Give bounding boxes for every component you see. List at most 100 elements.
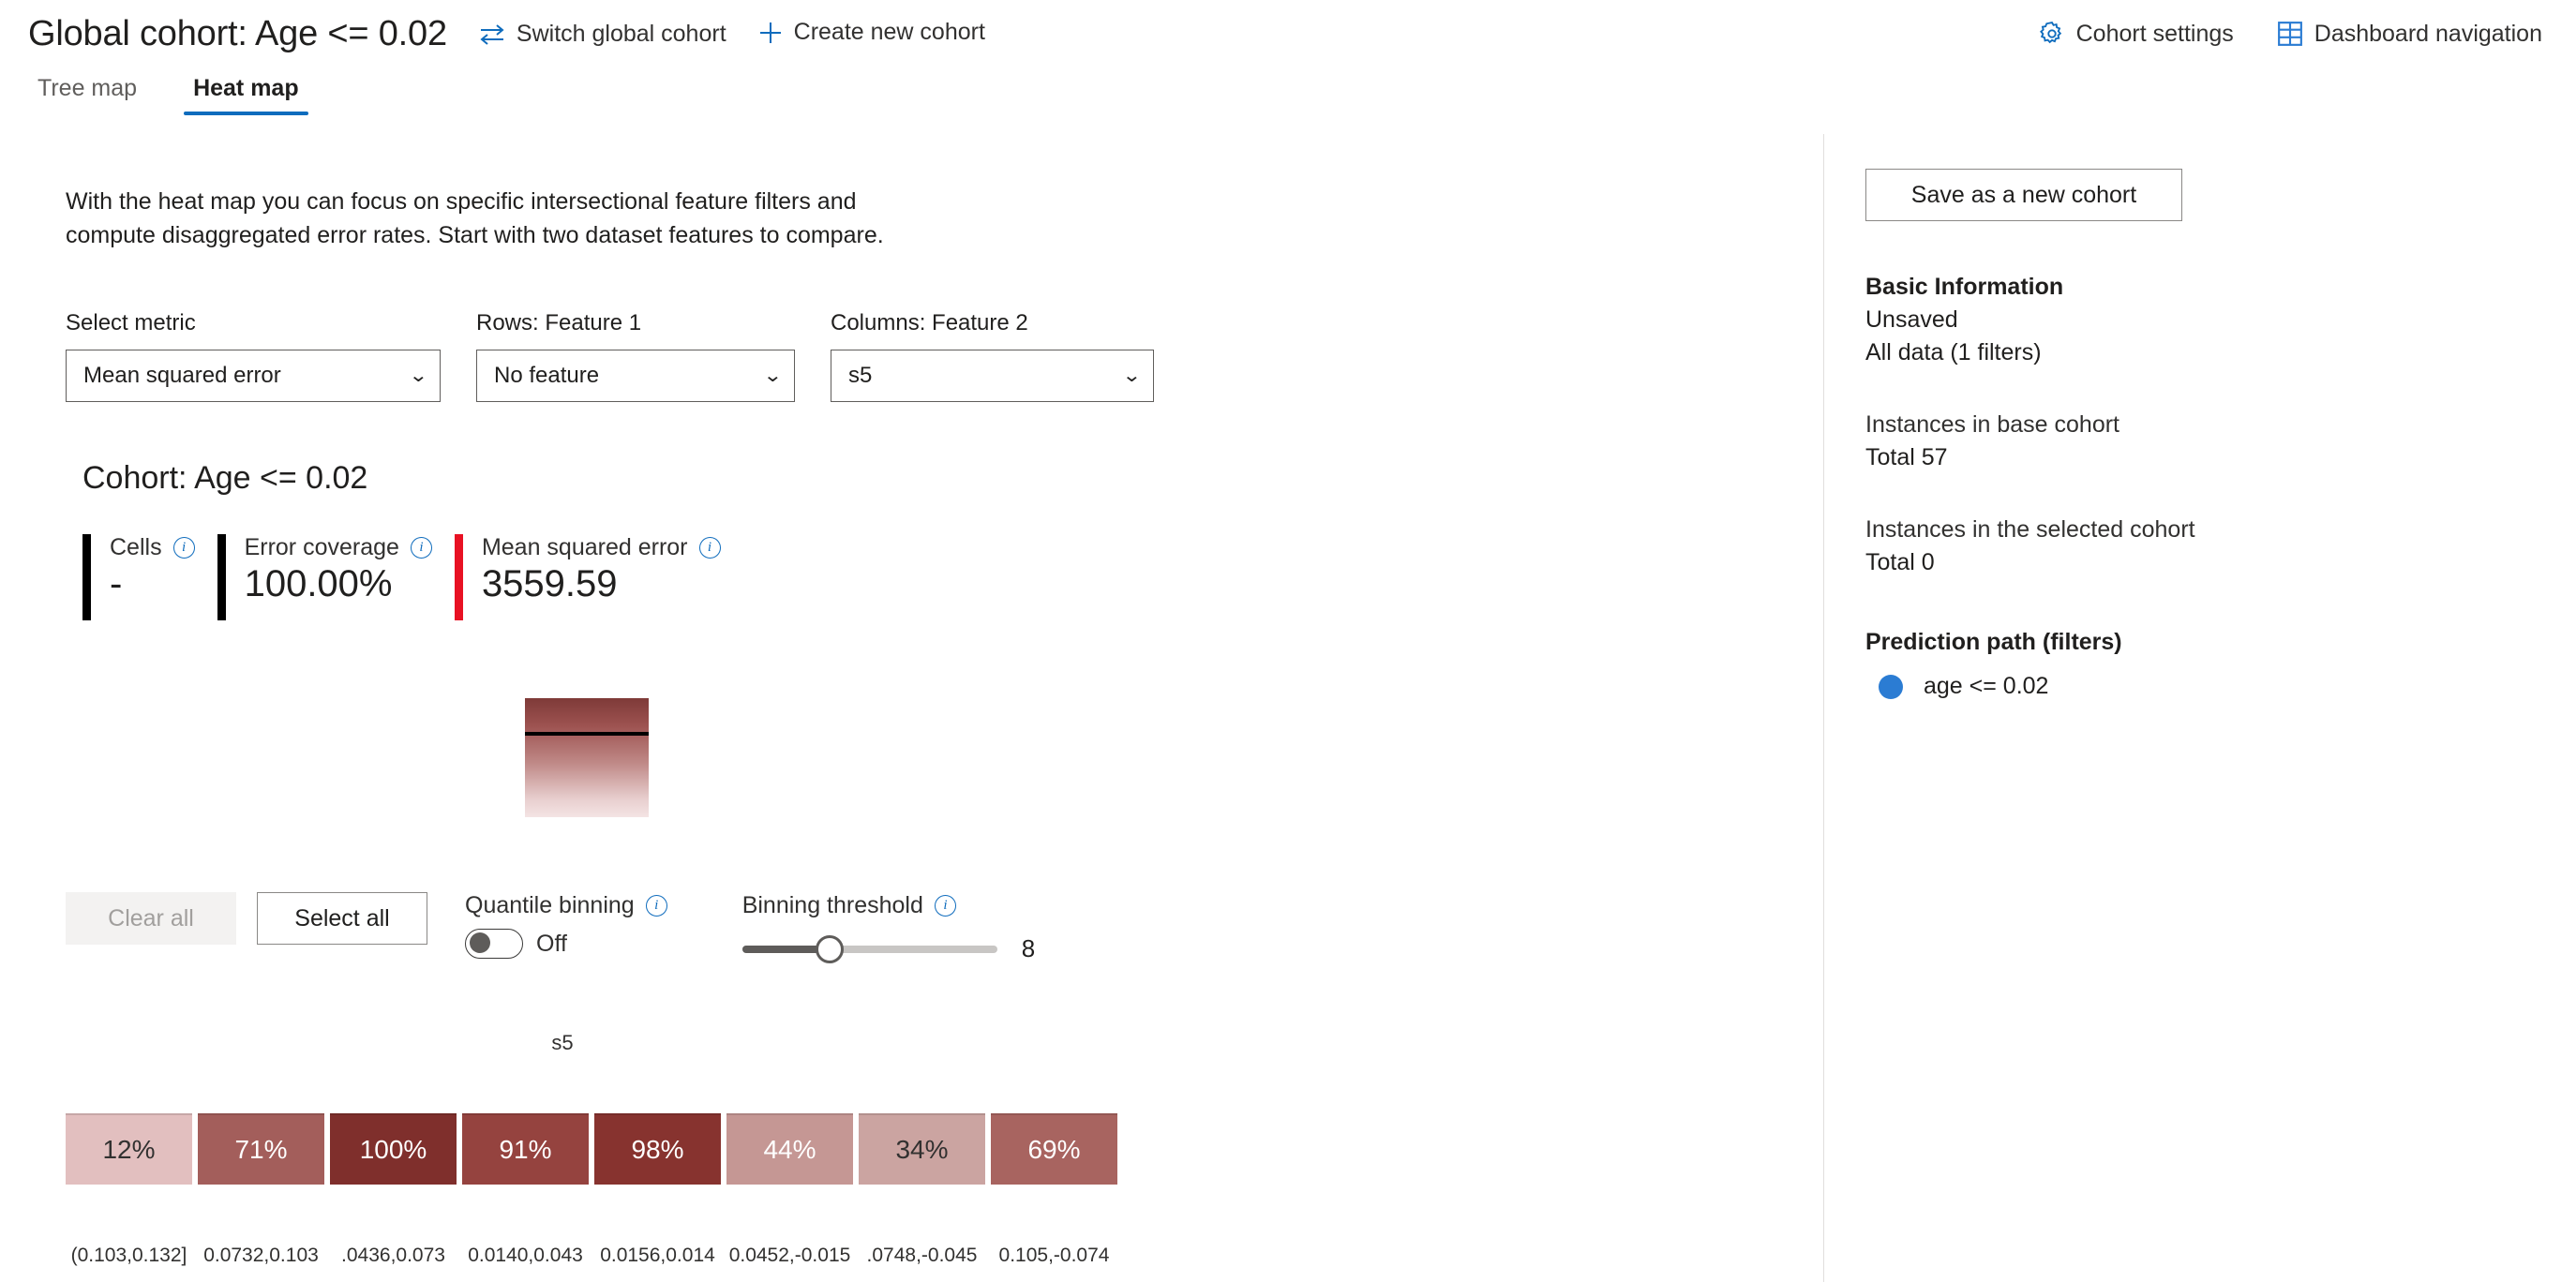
columns-feature-label: Columns: Feature 2 [831, 310, 1028, 335]
selected-cohort-total: Total 0 [1865, 549, 1935, 575]
binning-threshold-slider[interactable] [741, 934, 997, 963]
columns-feature-value: s5 [848, 363, 873, 388]
table-grid-icon [2277, 21, 2303, 47]
stat-error-coverage-head: Error coverage i [245, 534, 432, 561]
stat-cells-head: Cells i [110, 534, 195, 561]
rows-feature-dropdown[interactable]: No feature ⌄ [476, 350, 795, 402]
cohort-stats: Cells i - Error coverage i 100.00% Mean … [82, 534, 1823, 620]
stat-mean-squared-error-head: Mean squared error i [482, 534, 721, 561]
columns-feature-dropdown[interactable]: s5 ⌄ [831, 350, 1154, 402]
rows-feature-label: Rows: Feature 1 [476, 310, 642, 335]
info-icon[interactable]: i [698, 537, 721, 559]
heatmap-x-tick-labels: (0.103,0.132] 0.0732,0.103 .0436,0.073 0.01… [66, 1245, 1117, 1267]
panel-divider [1823, 134, 1824, 1282]
heatmap-cell[interactable]: 71% [198, 1113, 324, 1185]
intro-line-2: compute disaggregated error rates. Start… [66, 221, 884, 248]
stat-mean-squared-error: Mean squared error i 3559.59 [454, 534, 743, 620]
switch-global-cohort-label: Switch global cohort [516, 21, 726, 47]
color-scale-legend [525, 698, 649, 817]
toggle-knob [470, 932, 490, 953]
view-tabs: Tree map Heat map [28, 71, 308, 115]
clear-all-button[interactable]: Clear all [66, 892, 236, 945]
chevron-down-icon: ⌄ [1122, 365, 1143, 386]
stat-cells-label: Cells [110, 534, 162, 560]
heatmap-controls: Clear all Select all Quantile binning i … [66, 892, 1035, 963]
plus-icon [758, 21, 783, 45]
stat-cells-body: Cells i - [91, 534, 195, 620]
heatmap-cell[interactable]: 100% [330, 1113, 457, 1185]
columns-feature-selector-group: Columns: Feature 2 s5 ⌄ [831, 310, 1154, 402]
heatmap-cell[interactable]: 44% [726, 1113, 853, 1185]
global-cohort-title: Global cohort: Age <= 0.02 [28, 13, 447, 53]
cohort-info-sidebar: Save as a new cohort Basic Information U… [1865, 134, 2522, 700]
info-icon[interactable]: i [410, 537, 432, 559]
stat-cells-bar [82, 534, 91, 620]
quantile-binning-state: Off [536, 930, 567, 957]
prediction-path-item-label: age <= 0.02 [1924, 673, 2049, 699]
heatmap-cell[interactable]: 12% [66, 1113, 192, 1185]
stat-error-coverage-label: Error coverage [244, 534, 399, 560]
tab-heat-map[interactable]: Heat map [184, 71, 308, 115]
select-all-button[interactable]: Select all [257, 892, 427, 945]
save-as-new-cohort-button[interactable]: Save as a new cohort [1865, 169, 2182, 221]
heatmap-x-tick-label: 0.0452,-0.015 [728, 1245, 851, 1266]
quantile-binning-group: Quantile binning i Off [465, 892, 667, 959]
metric-selector-group: Select metric Mean squared error ⌄ [66, 310, 441, 402]
selected-cohort-label: Instances in the selected cohort [1865, 516, 2195, 543]
dashboard-navigation-label: Dashboard navigation [2314, 20, 2542, 47]
app-header: Global cohort: Age <= 0.02 Switch global… [0, 0, 2576, 67]
heat-map-page: Global cohort: Age <= 0.02 Switch global… [0, 0, 2576, 1282]
heatmap-x-tick-label: 0.105,-0.074 [998, 1245, 1110, 1266]
binning-threshold-group: Binning threshold i 8 [741, 892, 1035, 963]
heatmap-x-tick-label: 0.0140,0.043 [468, 1245, 583, 1266]
binning-threshold-slider-row: 8 [741, 934, 1035, 963]
intro-text: With the heat map you can focus on speci… [66, 186, 909, 252]
main-panel: With the heat map you can focus on speci… [0, 134, 1823, 620]
slider-thumb[interactable] [815, 934, 844, 963]
cohort-settings-label: Cohort settings [2075, 20, 2234, 47]
metric-selector-label: Select metric [66, 310, 196, 335]
gear-icon [2039, 21, 2065, 47]
metric-dropdown-value: Mean squared error [83, 363, 281, 388]
chevron-down-icon: ⌄ [409, 365, 429, 386]
heatmap-x-tick-label: (0.103,0.132] [70, 1245, 187, 1266]
tab-tree-map[interactable]: Tree map [28, 71, 146, 115]
base-cohort-total: Total 57 [1865, 444, 1948, 470]
switch-arrows-icon [479, 23, 505, 45]
header-right-group: Cohort settings Dashboard navigation [2039, 21, 2576, 48]
filter-dot-icon [1879, 674, 1903, 699]
stat-mean-squared-error-value: 3559.59 [481, 563, 618, 604]
info-icon[interactable]: i [172, 537, 195, 559]
prediction-path-heading: Prediction path (filters) [1865, 629, 2122, 655]
heatmap-cell[interactable]: 98% [594, 1113, 721, 1185]
heatmap-x-tick-label: .0748,-0.045 [866, 1245, 978, 1266]
heatmap-cell[interactable]: 91% [462, 1113, 589, 1185]
basic-information-status: Unsaved [1865, 306, 1958, 333]
intro-line-1: With the heat map you can focus on speci… [66, 188, 857, 215]
stat-mean-squared-error-body: Mean squared error i 3559.59 [463, 534, 721, 620]
metric-dropdown[interactable]: Mean squared error ⌄ [66, 350, 441, 402]
stat-cells: Cells i - [82, 534, 217, 620]
cohort-heading: Cohort: Age <= 0.02 [82, 460, 368, 496]
info-icon[interactable]: i [645, 895, 667, 917]
create-new-cohort-button[interactable]: Create new cohort [758, 19, 985, 46]
quantile-binning-toggle[interactable] [465, 929, 523, 959]
rows-feature-value: No feature [494, 363, 600, 388]
basic-information-heading: Basic Information [1865, 274, 2064, 300]
dashboard-navigation-button[interactable]: Dashboard navigation [2277, 21, 2542, 48]
heatmap-x-axis-title: s5 [551, 1031, 574, 1054]
feature-selectors: Select metric Mean squared error ⌄ Rows:… [66, 310, 1823, 402]
stat-mean-squared-error-label: Mean squared error [481, 534, 688, 560]
switch-global-cohort-button[interactable]: Switch global cohort [479, 21, 726, 48]
prediction-path-item: age <= 0.02 [1865, 673, 2522, 700]
heatmap-cell[interactable]: 34% [859, 1113, 985, 1185]
stat-error-coverage-bar [217, 534, 226, 620]
stat-cells-value: - [110, 563, 123, 604]
heatmap-cell[interactable]: 69% [991, 1113, 1117, 1185]
heatmap-x-tick-label: 0.0156,0.014 [600, 1245, 715, 1266]
base-cohort-label: Instances in base cohort [1865, 411, 2119, 438]
stat-error-coverage: Error coverage i 100.00% [217, 534, 455, 620]
cohort-settings-button[interactable]: Cohort settings [2039, 21, 2234, 48]
info-icon[interactable]: i [934, 895, 956, 917]
quantile-binning-toggle-row: Off [465, 929, 667, 959]
